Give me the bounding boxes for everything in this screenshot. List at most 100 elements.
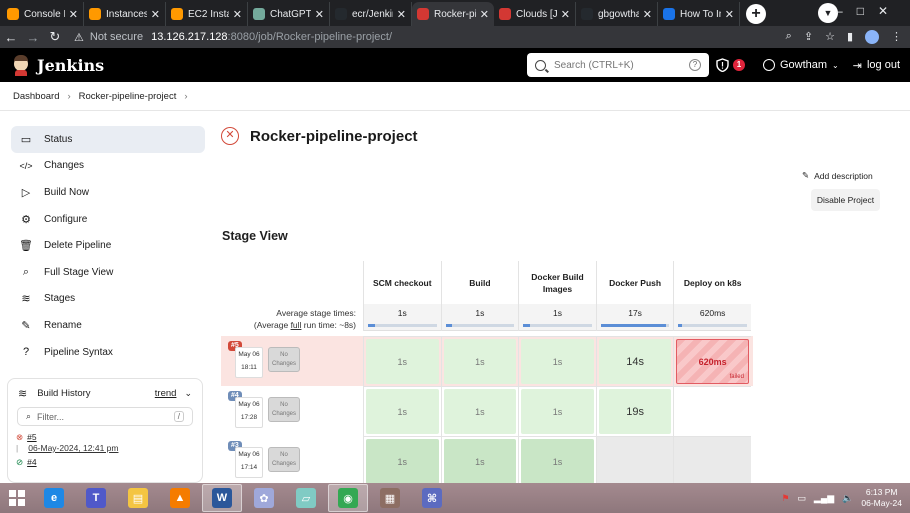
taskbar-app-paint[interactable]: ✿: [244, 484, 284, 512]
taskbar-app-internet-explorer[interactable]: e: [34, 484, 74, 512]
tab-search-button[interactable]: ▼: [818, 3, 838, 23]
security-shield-icon[interactable]: [716, 58, 729, 72]
search-input[interactable]: [554, 59, 689, 71]
jenkins-brand: Jenkins: [37, 55, 105, 75]
breadcrumb-project[interactable]: Rocker-pipeline-project: [79, 91, 177, 102]
browser-tab[interactable]: ChatGPT ✕: [248, 2, 330, 26]
tab-close-icon[interactable]: ✕: [151, 8, 160, 21]
tab-close-icon[interactable]: ✕: [643, 8, 652, 21]
add-description-link[interactable]: ✎ Add description: [802, 170, 873, 181]
disable-project-button[interactable]: Disable Project: [811, 189, 880, 211]
history-row[interactable]: ⊗ #5 | 06-May-2024, 12:41 pm: [8, 426, 202, 454]
tab-favicon-icon: [171, 8, 183, 20]
browser-tab[interactable]: Instances | ✕: [84, 2, 166, 26]
sidebar-item-configure[interactable]: ⚙ Configure: [11, 206, 205, 233]
address-bar: ← → ↻ ⚠ Not secure 13.126.217.128 :8080/…: [0, 26, 910, 48]
stage-cell-success[interactable]: 1s: [518, 386, 596, 436]
menu-dots-icon[interactable]: ⋮: [891, 30, 902, 44]
network-icon[interactable]: ▭: [797, 493, 806, 504]
history-build-number[interactable]: #5: [27, 432, 36, 442]
sidebar-item-changes[interactable]: </> Changes: [11, 153, 205, 180]
sidebar-item-full-stage-view[interactable]: ⌕ Full Stage View: [11, 259, 205, 286]
window-controls[interactable]: –□✕: [836, 4, 902, 18]
share-icon[interactable]: ⇪: [804, 30, 813, 44]
build-filter-input[interactable]: ⌕ Filter... /: [17, 407, 193, 426]
zoom-icon[interactable]: ⌕: [786, 30, 792, 44]
stage-cell-success[interactable]: 19s: [595, 386, 674, 436]
search-box[interactable]: ?: [527, 53, 709, 77]
chevron-right-icon: ›: [67, 90, 71, 102]
chevron-down-icon[interactable]: ⌄: [184, 388, 192, 399]
sidebar-item-stages[interactable]: ≋ Stages: [11, 286, 205, 313]
jenkins-logo[interactable]: Jenkins: [12, 54, 104, 76]
layers-icon: ≋: [21, 293, 31, 306]
back-arrow-icon[interactable]: ←: [0, 30, 22, 45]
tab-close-icon[interactable]: ✕: [561, 8, 570, 21]
tab-close-icon[interactable]: ✕: [233, 8, 242, 21]
browser-tab[interactable]: How To Ins ✕: [658, 2, 740, 26]
help-icon[interactable]: ?: [689, 59, 701, 71]
stage-cell-success[interactable]: 1s: [440, 336, 519, 386]
browser-tab[interactable]: Rocker-pip ✕: [412, 2, 494, 26]
stage-cell-success[interactable]: 1s: [440, 436, 519, 483]
taskbar-app-file-explorer[interactable]: ▤: [118, 484, 158, 512]
trend-link[interactable]: trend: [155, 388, 177, 399]
stage-cell-success[interactable]: 1s: [363, 436, 441, 483]
sidebar-item-delete-pipeline[interactable]: 🗑 Delete Pipeline: [11, 232, 205, 259]
history-row[interactable]: ⊘ #4: [8, 454, 202, 468]
sidebar-item-pipeline-syntax[interactable]: ? Pipeline Syntax: [11, 339, 205, 366]
browser-tab[interactable]: Console Ho ✕: [2, 2, 84, 26]
taskbar-app-word[interactable]: W: [202, 484, 242, 512]
taskbar-app-vlc[interactable]: ▲: [160, 484, 200, 512]
taskbar-app-archive[interactable]: ▦: [370, 484, 410, 512]
tab-close-icon[interactable]: ✕: [315, 8, 324, 21]
tab-close-icon[interactable]: ✕: [725, 8, 734, 21]
tab-close-icon[interactable]: ✕: [69, 8, 78, 21]
url-field[interactable]: ⚠ Not secure 13.126.217.128 :8080/job/Ro…: [74, 28, 786, 46]
stage-cell-success[interactable]: 1s: [518, 336, 596, 386]
reload-icon[interactable]: ↻: [44, 29, 66, 45]
forward-arrow-icon[interactable]: →: [22, 30, 44, 45]
browser-tab[interactable]: EC2 Instanc ✕: [166, 2, 248, 26]
taskbar-app-chrome[interactable]: ◉: [328, 484, 368, 512]
sidebar-item-rename[interactable]: ✎ Rename: [11, 312, 205, 339]
browser-tab[interactable]: gbgowthar ✕: [576, 2, 658, 26]
sidebar-item-status[interactable]: ▭ Status: [11, 126, 205, 153]
average-time-bar: [368, 324, 437, 327]
taskbar-app-notepad[interactable]: ▱: [286, 484, 326, 512]
history-build-date[interactable]: 06-May-2024, 12:41 pm: [18, 443, 118, 453]
signal-icon[interactable]: ▂▄▆: [814, 493, 834, 504]
stage-cell-success[interactable]: 1s: [363, 336, 441, 386]
stage-cell-failed[interactable]: 620ms failed: [673, 336, 751, 386]
build-history-panel: ≋ Build History trend ⌄ ⌕ Filter... / ⊗ #…: [7, 378, 203, 483]
tab-close-icon[interactable]: ✕: [397, 8, 406, 21]
browser-tab[interactable]: ecr/Jenkins ✕: [330, 2, 412, 26]
profile-avatar[interactable]: [865, 30, 879, 44]
history-build-number[interactable]: #4: [27, 457, 36, 467]
flag-icon[interactable]: ⚑: [781, 493, 789, 504]
volume-icon[interactable]: 🔈: [842, 493, 853, 504]
windows-start-button[interactable]: [0, 483, 34, 513]
taskbar-clock[interactable]: 6:13 PM 06-May-24: [861, 487, 902, 509]
tab-close-icon[interactable]: ✕: [480, 8, 489, 21]
breadcrumb-dashboard[interactable]: Dashboard: [13, 91, 59, 102]
sidebar-item-build-now[interactable]: ▷ Build Now: [11, 179, 205, 206]
taskbar-app-teams[interactable]: T: [76, 484, 116, 512]
stage-cell-success[interactable]: 1s: [363, 386, 441, 436]
user-menu[interactable]: Gowtham ⌄: [762, 59, 839, 71]
new-tab-button[interactable]: +: [746, 4, 766, 24]
tab-title: Clouds [Jen: [516, 8, 557, 20]
taskbar-app-network[interactable]: ⌘: [412, 484, 452, 512]
build-date-card: May 06 17:28: [235, 397, 263, 428]
stage-cell-success[interactable]: 1s: [440, 386, 519, 436]
browser-tab[interactable]: Clouds [Jen ✕: [494, 2, 576, 26]
bookmark-star-icon[interactable]: ☆: [825, 30, 835, 44]
build-info: #3 May 06 17:14 No Changes: [221, 436, 363, 483]
logout-link[interactable]: ⇥ log out: [853, 59, 900, 72]
sidepanel-icon[interactable]: ▮: [847, 30, 853, 44]
stage-cell-success[interactable]: 1s: [518, 436, 596, 483]
full-run-link[interactable]: full: [291, 320, 302, 330]
chevron-right-icon[interactable]: ›: [184, 91, 187, 102]
stage-cell-success[interactable]: 14s: [595, 336, 674, 386]
tab-favicon-icon: [253, 8, 265, 20]
